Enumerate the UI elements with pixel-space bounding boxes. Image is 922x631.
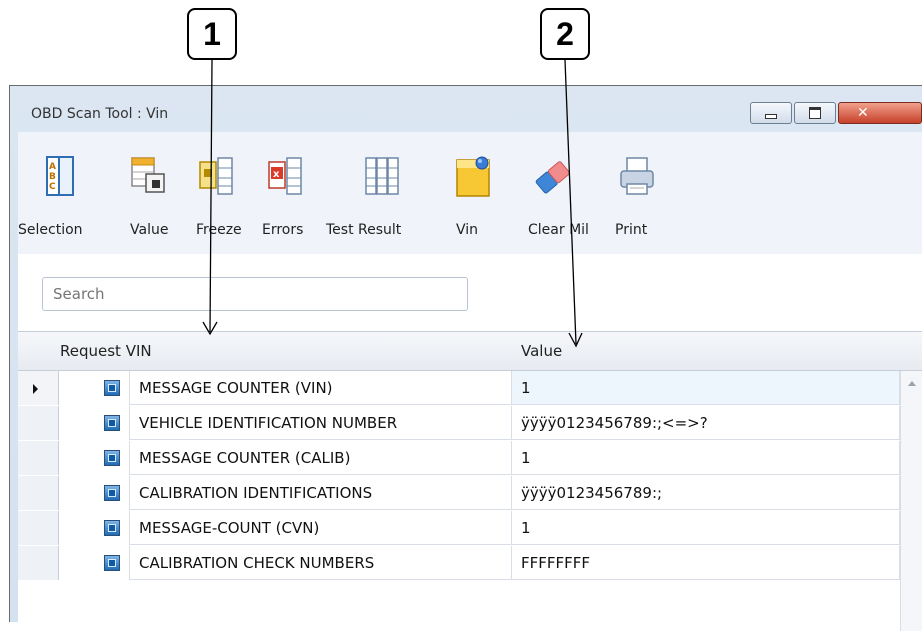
callout-1: 1: [187, 8, 237, 60]
row-value-cell: 1: [511, 441, 900, 475]
column-header-request-vin[interactable]: Request VIN: [60, 342, 152, 360]
callout-2: 2: [540, 8, 590, 60]
scroll-up-icon[interactable]: [908, 381, 916, 386]
maximize-icon: [809, 107, 821, 119]
row-selector[interactable]: [18, 371, 59, 405]
toolbar-clear-mil-label: Clear Mil: [528, 222, 589, 238]
window-title: OBD Scan Tool : Vin: [31, 106, 169, 122]
printer-icon: [620, 157, 654, 195]
row-name-cell: VEHICLE IDENTIFICATION NUMBER: [129, 406, 511, 440]
svg-text:B: B: [49, 172, 56, 182]
toolbar-test-result-label: Test Result: [326, 222, 402, 238]
toolbar-errors-label: Errors: [262, 222, 304, 238]
row-selector[interactable]: [18, 546, 59, 580]
errors-icon: x: [268, 157, 302, 195]
toolbar-print-button[interactable]: [618, 154, 656, 198]
window-client: A B C Selection Value Freeze x Errors Te…: [18, 132, 922, 631]
close-icon: ✕: [857, 105, 869, 121]
svg-text:A: A: [49, 162, 56, 172]
vertical-scrollbar[interactable]: [900, 371, 922, 631]
value-icon: [131, 157, 165, 193]
table-row[interactable]: MESSAGE-COUNT (CVN) 1: [18, 511, 922, 546]
row-checkbox[interactable]: [104, 555, 120, 571]
row-value-cell: 1: [511, 511, 900, 545]
toolbar-value-label: Value: [130, 222, 169, 238]
toolbar-selection-label: Selection: [18, 222, 83, 238]
app-window: OBD Scan Tool : Vin ✕ A B C Selection Va…: [9, 85, 922, 631]
toolbar: A B C Selection Value Freeze x Errors Te…: [18, 132, 922, 254]
toolbar-value-button[interactable]: [130, 154, 168, 198]
row-selector[interactable]: [18, 476, 59, 510]
toolbar-selection-button[interactable]: A B C: [43, 154, 81, 198]
minimize-icon: [765, 113, 777, 119]
row-checkbox[interactable]: [104, 380, 120, 396]
toolbar-test-result-button[interactable]: [363, 154, 401, 198]
close-button[interactable]: ✕: [838, 102, 922, 124]
minimize-button[interactable]: [750, 102, 792, 124]
table-row[interactable]: MESSAGE COUNTER (VIN) 1: [18, 371, 922, 406]
row-value-cell: ÿÿÿÿ0123456789:;: [511, 476, 900, 510]
table-row[interactable]: VEHICLE IDENTIFICATION NUMBER ÿÿÿÿ012345…: [18, 406, 922, 441]
title-bar: OBD Scan Tool : Vin ✕: [10, 86, 922, 131]
toolbar-vin-button[interactable]: [454, 154, 492, 198]
row-selector[interactable]: [18, 406, 59, 440]
toolbar-clear-mil-button[interactable]: [533, 154, 571, 198]
eraser-icon: [535, 161, 570, 194]
toolbar-freeze-label: Freeze: [196, 222, 242, 238]
row-checkbox[interactable]: [104, 450, 120, 466]
table-row[interactable]: CALIBRATION CHECK NUMBERS FFFFFFFF: [18, 546, 922, 581]
data-grid: Request VIN Value MESSAGE COUNTER (VIN) …: [18, 331, 922, 631]
row-checkbox[interactable]: [104, 485, 120, 501]
toolbar-vin-label: Vin: [456, 222, 479, 238]
row-value-cell: 1: [511, 371, 900, 405]
row-name-cell: MESSAGE COUNTER (VIN): [129, 371, 511, 405]
selection-icon: A B C: [46, 156, 74, 196]
row-selector[interactable]: [18, 511, 59, 545]
row-name-cell: CALIBRATION IDENTIFICATIONS: [129, 476, 511, 510]
row-name-cell: MESSAGE-COUNT (CVN): [129, 511, 511, 545]
freeze-icon: [199, 157, 233, 195]
toolbar-print-label: Print: [615, 222, 648, 238]
row-value-cell: FFFFFFFF: [511, 546, 900, 580]
table-row[interactable]: CALIBRATION IDENTIFICATIONS ÿÿÿÿ01234567…: [18, 476, 922, 511]
row-selector[interactable]: [18, 441, 59, 475]
row-name-cell: MESSAGE COUNTER (CALIB): [129, 441, 511, 475]
row-value-cell: ÿÿÿÿ0123456789:;<=>?: [511, 406, 900, 440]
svg-text:x: x: [273, 169, 280, 180]
maximize-button[interactable]: [794, 102, 836, 124]
row-checkbox[interactable]: [104, 520, 120, 536]
search-input[interactable]: [42, 277, 468, 311]
toolbar-freeze-button[interactable]: [196, 154, 234, 198]
current-row-arrow-icon: [33, 384, 38, 394]
toolbar-errors-button[interactable]: x: [265, 154, 303, 198]
grid-header: Request VIN Value: [18, 331, 922, 371]
row-name-cell: CALIBRATION CHECK NUMBERS: [129, 546, 511, 580]
test-result-icon: [365, 157, 399, 195]
svg-text:C: C: [49, 182, 56, 192]
vin-icon: [456, 156, 490, 197]
row-checkbox[interactable]: [104, 415, 120, 431]
table-row[interactable]: MESSAGE COUNTER (CALIB) 1: [18, 441, 922, 476]
column-header-value[interactable]: Value: [521, 342, 562, 360]
